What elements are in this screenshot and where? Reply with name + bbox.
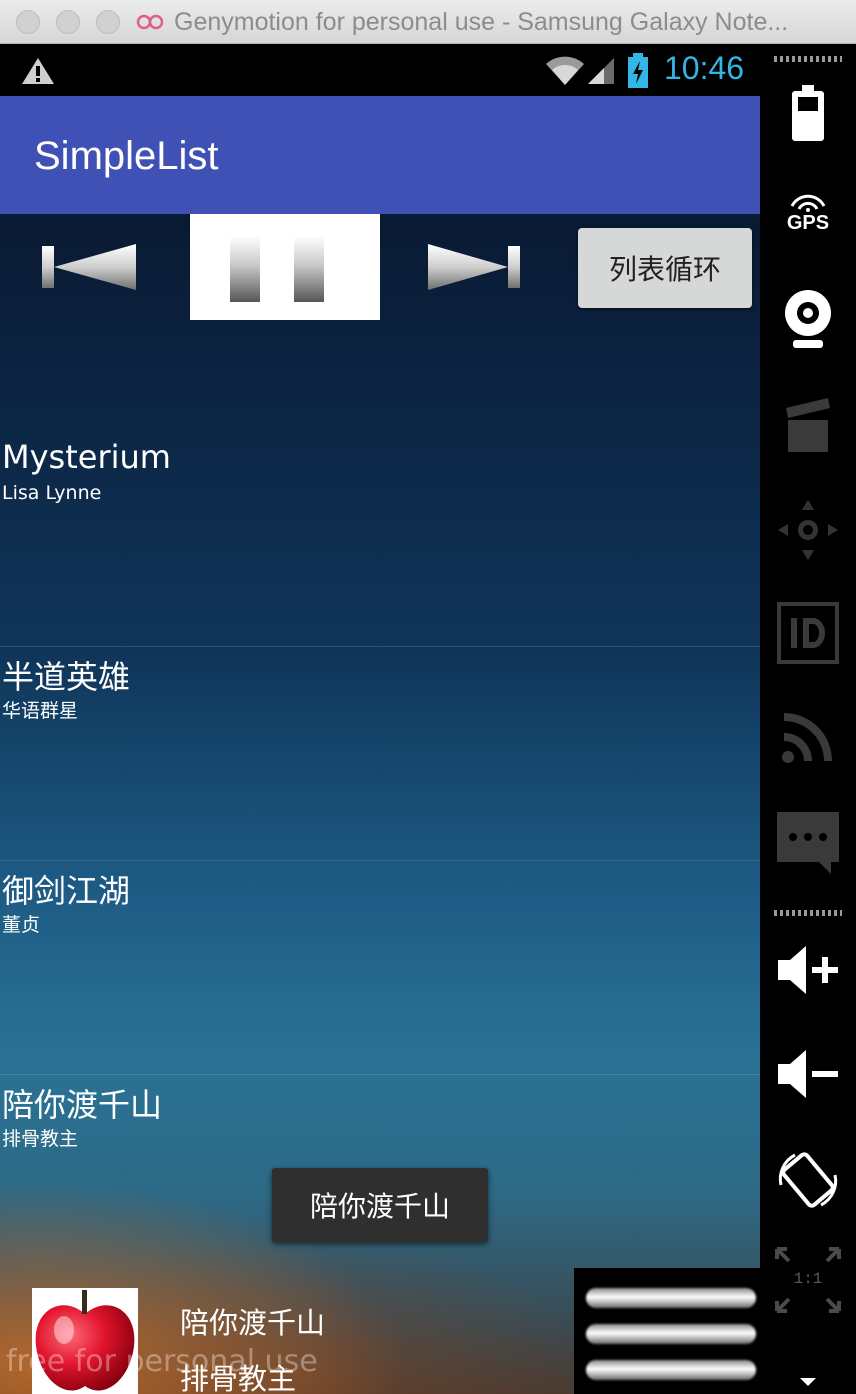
song-title: 御剑江湖 [2, 872, 131, 910]
next-button[interactable] [424, 234, 528, 300]
status-clock: 10:46 [664, 50, 745, 86]
toolbar-grip [774, 56, 842, 62]
app-title: SimpleList [34, 134, 219, 178]
warning-icon [22, 58, 54, 84]
battery-button[interactable] [760, 82, 856, 146]
pause-icon [230, 236, 324, 302]
id-icon [777, 602, 839, 664]
song-title: 半道英雄 [2, 658, 131, 696]
skip-next-icon [428, 244, 520, 290]
rotate-button[interactable] [760, 1144, 856, 1216]
network-button[interactable] [760, 704, 856, 770]
media-icon [786, 398, 830, 452]
network-icon [782, 713, 832, 763]
gps-button[interactable]: GPS [760, 184, 856, 244]
close-window-button[interactable] [16, 10, 40, 34]
chevron-down-icon [800, 1378, 816, 1386]
phone-screen: 10:46 SimpleList 列表循环 Mysterium Lisa Lyn… [0, 44, 760, 1394]
volume-down-button[interactable] [760, 1042, 856, 1106]
song-artist: 董贞 [2, 914, 41, 936]
pixel-ratio-button[interactable]: 1:1 [760, 1244, 856, 1316]
song-title: 陪你渡千山 [2, 1086, 163, 1124]
dpad-icon [778, 500, 838, 560]
battery-charging-icon [628, 53, 648, 88]
window-titlebar: Genymotion for personal use - Samsung Ga… [0, 0, 856, 44]
play-mode-button[interactable]: 列表循环 [578, 228, 752, 308]
genymotion-logo-icon [136, 14, 164, 30]
signal-icon [588, 58, 614, 84]
sms-button[interactable] [760, 808, 856, 878]
webcam-button[interactable] [760, 284, 856, 354]
song-title: Mysterium [2, 438, 171, 476]
song-list-item[interactable]: Mysterium Lisa Lynne [0, 432, 760, 646]
app-bar: SimpleList [0, 96, 760, 214]
dpad-button[interactable] [760, 498, 856, 562]
gps-icon [790, 194, 826, 212]
now-playing-title: 陪你渡千山 [180, 1306, 326, 1340]
media-button[interactable] [760, 392, 856, 456]
pause-button[interactable] [190, 214, 380, 320]
toolbar-more-button[interactable] [760, 1374, 856, 1390]
toast-message: 陪你渡千山 [272, 1168, 488, 1242]
pixel-ratio-label: 1:1 [793, 1270, 823, 1288]
volume-up-button[interactable] [760, 938, 856, 1002]
emulator-toolbar: GPS 1:1 [760, 44, 856, 1394]
webcam-icon [785, 290, 831, 348]
window-title: Genymotion for personal use - Samsung Ga… [174, 8, 789, 36]
watermark-text: free for personal use [6, 1344, 318, 1379]
zoom-window-button[interactable] [96, 10, 120, 34]
toolbar-grip [774, 910, 842, 916]
song-artist: 华语群星 [2, 700, 79, 722]
sms-icon [777, 812, 839, 874]
minimize-window-button[interactable] [56, 10, 80, 34]
song-list-item[interactable]: 半道英雄 华语群星 [0, 646, 760, 860]
rotate-icon [778, 1152, 838, 1208]
status-bar: 10:46 [0, 44, 760, 96]
song-list-item[interactable]: 御剑江湖 董贞 [0, 860, 760, 1074]
playlist-button[interactable] [574, 1268, 760, 1394]
gps-label: GPS [786, 211, 830, 234]
device-id-button[interactable] [760, 600, 856, 666]
volume-down-icon [778, 1050, 838, 1098]
skip-previous-icon [42, 244, 136, 290]
song-artist: Lisa Lynne [2, 482, 102, 504]
song-artist: 排骨教主 [2, 1128, 79, 1150]
wifi-icon [546, 56, 584, 85]
volume-up-icon [778, 946, 838, 994]
battery-icon [792, 85, 824, 141]
previous-button[interactable] [36, 234, 144, 300]
